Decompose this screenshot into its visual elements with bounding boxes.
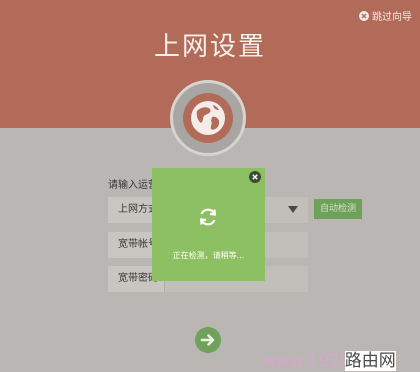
page-title: 上网设置 bbox=[153, 32, 266, 62]
detecting-modal: 正在检测，请稍等... bbox=[152, 168, 265, 281]
connection-type-select-end[interactable] bbox=[266, 197, 308, 223]
isp-prompt-label: 请输入运营 bbox=[108, 180, 158, 191]
auto-detect-button[interactable]: 自动检测 bbox=[314, 199, 362, 219]
close-circle-icon[interactable] bbox=[249, 171, 261, 183]
arrow-right-icon bbox=[200, 334, 215, 346]
watermark-url: www.192l bbox=[262, 351, 345, 371]
skip-wizard-link[interactable]: 跳过向导 bbox=[359, 8, 412, 23]
setup-page: 跳过向导 上网设置 请输入运营 上网方式 自动检测 宽带帐号 宽带密码 正在检测… bbox=[0, 0, 420, 372]
globe-icon bbox=[183, 93, 233, 143]
watermark-name: 路由网 bbox=[344, 351, 396, 371]
watermark: www.192l路由网 bbox=[262, 346, 396, 371]
detecting-message: 正在检测，请稍等... bbox=[172, 251, 245, 260]
skip-wizard-label: 跳过向导 bbox=[372, 12, 412, 23]
next-button[interactable] bbox=[195, 327, 221, 353]
globe-badge bbox=[170, 80, 246, 156]
chevron-down-icon[interactable] bbox=[288, 206, 298, 213]
close-circle-icon bbox=[359, 10, 369, 21]
refresh-icon bbox=[200, 208, 216, 226]
